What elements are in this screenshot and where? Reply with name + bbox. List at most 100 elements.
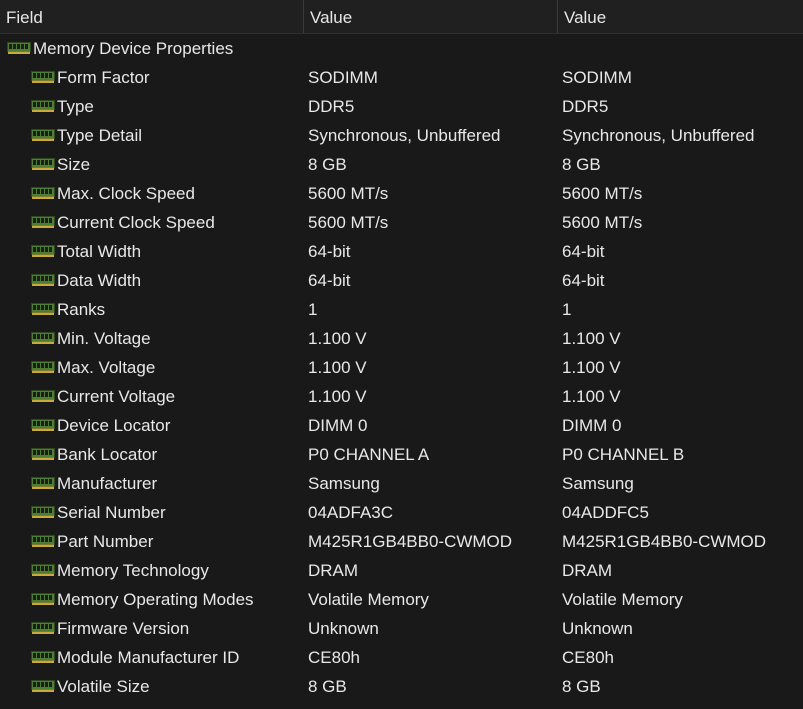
memory-module-icon [31,476,55,490]
property-value-1: DRAM [308,561,359,580]
property-field-label: Type [57,97,94,116]
property-value-2: P0 CHANNEL B [562,445,685,464]
property-field-label: Ranks [57,300,106,319]
property-value-1: Samsung [308,474,380,493]
property-row[interactable]: Form Factor SODIMM SODIMM [0,63,803,92]
memory-module-icon [31,447,55,461]
property-row[interactable]: Bank Locator P0 CHANNEL A P0 CHANNEL B [0,440,803,469]
column-header-value-1[interactable]: Value [303,0,557,33]
property-value-1: 64-bit [308,271,351,290]
property-value-2: 8 GB [562,677,601,696]
group-label: Memory Device Properties [33,39,234,58]
property-row[interactable]: Firmware Version Unknown Unknown [0,614,803,643]
property-field-label: Volatile Size [57,677,150,696]
property-row[interactable]: Device Locator DIMM 0 DIMM 0 [0,411,803,440]
property-value-2: Unknown [562,619,633,638]
property-row[interactable]: Manufacturer Samsung Samsung [0,469,803,498]
property-value-2: 04ADDFC5 [562,503,649,522]
group-row-memory-device-properties[interactable]: Memory Device Properties [0,34,803,63]
property-row[interactable]: Type Detail Synchronous, Unbuffered Synchr… [0,121,803,150]
property-field-label: Max. Voltage [57,358,156,377]
property-row[interactable]: Memory Technology DRAM DRAM [0,556,803,585]
property-row[interactable]: Module Manufacturer ID CE80h CE80h [0,643,803,672]
column-header-value-2[interactable]: Value [557,0,803,33]
property-row[interactable]: Data Width 64-bit 64-bit [0,266,803,295]
property-row[interactable]: Type DDR5 DDR5 [0,92,803,121]
column-header-field[interactable]: Field [0,0,303,33]
property-row[interactable]: Serial Number 04ADFA3C 04ADDFC5 [0,498,803,527]
memory-module-icon [31,679,55,693]
memory-module-icon [31,592,55,606]
property-value-1: 1.100 V [308,387,367,406]
property-field-label: Total Width [57,242,142,261]
property-row[interactable]: Total Width 64-bit 64-bit [0,237,803,266]
property-value-1: SODIMM [308,68,378,87]
property-value-2: DRAM [562,561,613,580]
column-header-bar: Field Value Value [0,0,803,34]
property-field-label: Current Voltage [57,387,176,406]
property-field-label: Current Clock Speed [57,213,215,232]
property-value-2: Synchronous, Unbuffered [562,126,755,145]
property-value-1: 04ADFA3C [308,503,394,522]
property-field-label: Memory Operating Modes [57,590,254,609]
property-value-2: 64-bit [562,242,605,261]
memory-module-icon [31,302,55,316]
property-field-label: Type Detail [57,126,143,145]
property-value-2: 1.100 V [562,358,621,377]
property-row[interactable]: Max. Clock Speed 5600 MT/s 5600 MT/s [0,179,803,208]
property-field-label: Form Factor [57,68,150,87]
property-field-label: Bank Locator [57,445,158,464]
property-value-1: 8 GB [308,677,347,696]
property-value-1: M425R1GB4BB0-CWMOD [308,532,513,551]
memory-module-icon [31,128,55,142]
property-field-label: Firmware Version [57,619,190,638]
property-value-2: 5600 MT/s [562,184,643,203]
memory-module-icon [31,505,55,519]
property-row[interactable]: Max. Voltage 1.100 V 1.100 V [0,353,803,382]
memory-module-icon [31,360,55,374]
property-row[interactable]: Current Clock Speed 5600 MT/s 5600 MT/s [0,208,803,237]
memory-module-icon [31,70,55,84]
property-value-1: CE80h [308,648,360,667]
property-row[interactable]: Min. Voltage 1.100 V 1.100 V [0,324,803,353]
property-field-label: Size [57,155,91,174]
memory-module-icon [31,244,55,258]
property-value-2: M425R1GB4BB0-CWMOD [562,532,767,551]
property-value-2: 8 GB [562,155,601,174]
property-row[interactable]: Ranks 1 1 [0,295,803,324]
property-value-1: DIMM 0 [308,416,368,435]
memory-module-icon [31,534,55,548]
memory-module-icon [31,621,55,635]
property-value-1: 1.100 V [308,329,367,348]
property-value-1: Volatile Memory [308,590,429,609]
property-row[interactable]: Current Voltage 1.100 V 1.100 V [0,382,803,411]
memory-module-icon [31,331,55,345]
memory-module-icon [31,418,55,432]
property-field-label: Serial Number [57,503,166,522]
property-row[interactable]: Part Number M425R1GB4BB0-CWMOD M425R1GB4BB… [0,527,803,556]
property-value-2: DIMM 0 [562,416,622,435]
memory-module-icon [31,650,55,664]
property-field-label: Memory Technology [57,561,209,580]
property-value-2: DDR5 [562,97,609,116]
property-value-2: SODIMM [562,68,632,87]
memory-module-icon [7,41,31,55]
property-row[interactable]: Size 8 GB 8 GB [0,150,803,179]
property-field-label: Max. Clock Speed [57,184,195,203]
property-value-1: 5600 MT/s [308,184,389,203]
property-field-label: Min. Voltage [57,329,151,348]
memory-module-icon [31,215,55,229]
property-value-1: 8 GB [308,155,347,174]
property-value-2: 64-bit [562,271,605,290]
property-value-1: P0 CHANNEL A [308,445,430,464]
property-row[interactable]: Volatile Size 8 GB 8 GB [0,672,803,701]
property-field-label: Module Manufacturer ID [57,648,240,667]
memory-module-icon [31,157,55,171]
property-row[interactable]: Memory Operating Modes Volatile Memory Vol… [0,585,803,614]
property-field-label: Data Width [57,271,142,290]
property-value-1: 1.100 V [308,358,367,377]
property-value-2: 5600 MT/s [562,213,643,232]
property-field-label: Manufacturer [57,474,158,493]
memory-module-icon [31,99,55,113]
memory-module-icon [31,389,55,403]
